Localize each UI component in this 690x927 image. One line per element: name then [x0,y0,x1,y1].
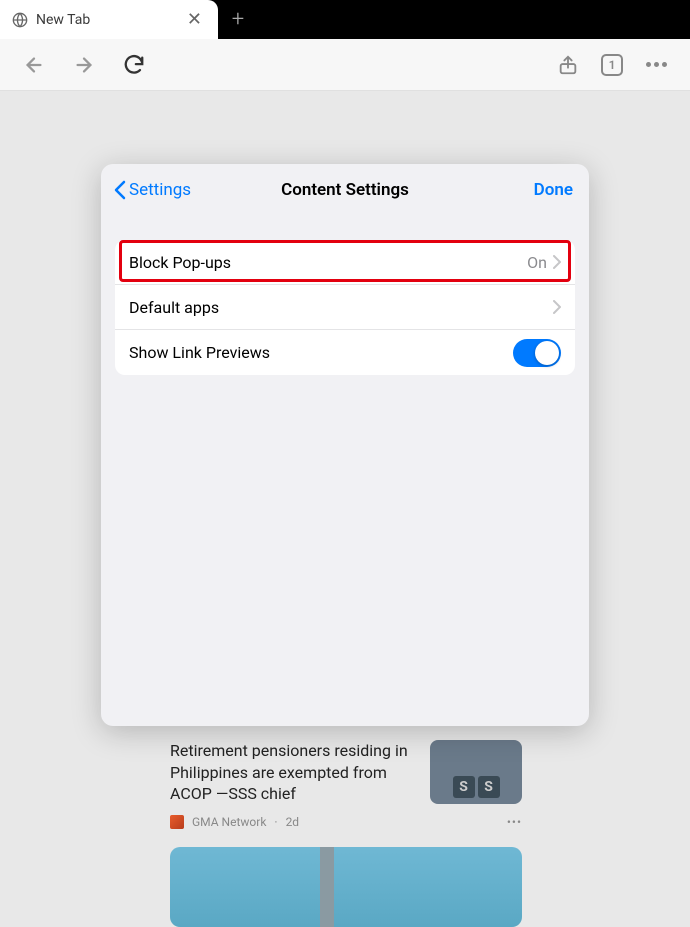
chevron-right-icon [553,255,561,269]
setting-value: On [527,253,547,272]
globe-icon [12,12,28,28]
show-link-previews-row: Show Link Previews [115,330,575,375]
setting-label: Show Link Previews [129,343,513,362]
back-label: Settings [129,180,191,200]
back-to-settings-button[interactable]: Settings [113,180,191,200]
chevron-right-icon [553,300,561,314]
article-headline: Retirement pensioners residing in Philip… [170,740,418,805]
new-tab-button[interactable]: + [218,0,258,39]
forward-button[interactable] [68,49,100,81]
setting-label: Default apps [129,298,553,317]
article-card[interactable]: Retirement pensioners residing in Philip… [170,740,522,805]
article-more-icon[interactable]: ••• [507,815,522,829]
article-card-large[interactable] [170,847,522,927]
article-thumbnail: SS [430,740,522,804]
feed: Discover Retirement pensioners residing … [170,691,522,927]
block-popups-row[interactable]: Block Pop-ups On [115,240,575,285]
close-tab-icon[interactable]: ✕ [183,9,206,30]
overflow-menu-button[interactable] [640,49,672,81]
browser-tab[interactable]: New Tab ✕ [0,0,218,39]
article-meta: GMA Network · 2d ••• [170,815,522,829]
done-button[interactable]: Done [534,180,573,200]
tab-bar: New Tab ✕ + [0,0,690,39]
tabs-count: 1 [601,54,623,76]
source-icon [170,815,184,829]
modal-header: Settings Content Settings Done [101,164,589,216]
settings-list: Block Pop-ups On Default apps Show Link … [115,240,575,375]
setting-label: Block Pop-ups [129,253,527,272]
reload-button[interactable] [118,49,150,81]
tabs-button[interactable]: 1 [596,49,628,81]
back-button[interactable] [18,49,50,81]
more-icon [646,62,667,67]
modal-title: Content Settings [281,180,409,200]
article-source: GMA Network [192,815,266,829]
toggle-knob [535,341,559,365]
default-apps-row[interactable]: Default apps [115,285,575,330]
toolbar: 1 [0,39,690,91]
chevron-left-icon [113,180,127,200]
tab-title: New Tab [36,12,183,28]
share-button[interactable] [552,49,584,81]
content-settings-modal: Settings Content Settings Done Block Pop… [101,164,589,726]
link-previews-toggle[interactable] [513,339,561,367]
article-time: 2d [286,815,300,829]
